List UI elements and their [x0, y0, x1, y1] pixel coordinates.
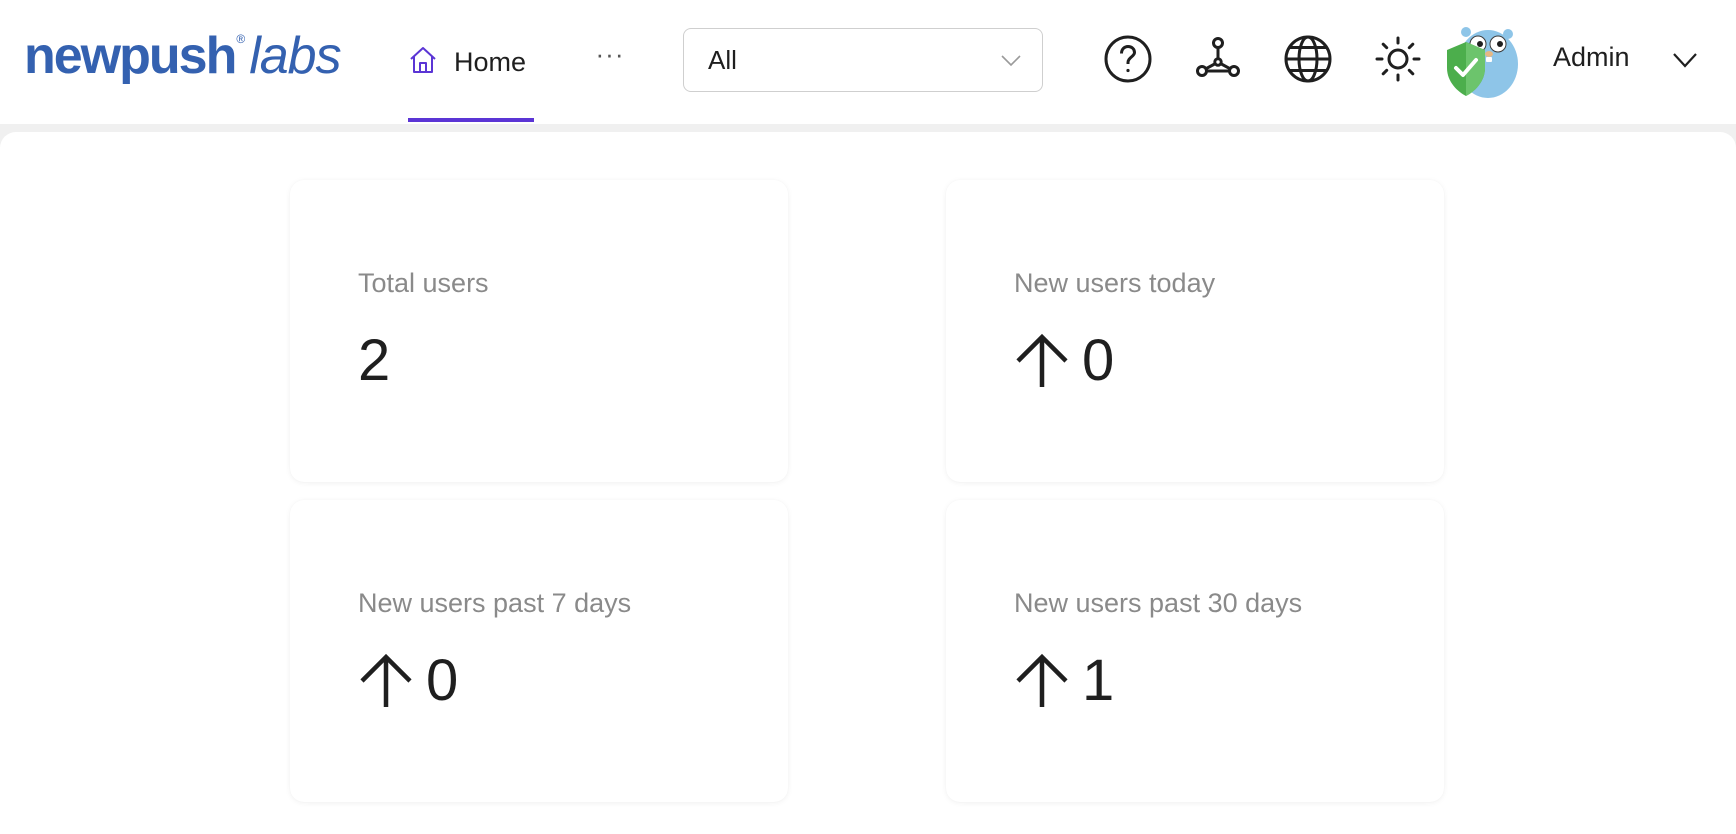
arrow-up-icon — [360, 653, 412, 707]
nav-active-indicator — [408, 118, 534, 122]
arrow-up-icon — [1016, 653, 1068, 707]
stat-card-value: 2 — [358, 327, 391, 393]
stat-card-new-users-30-days: New users past 30 days 1 — [946, 500, 1444, 802]
globe-icon — [1284, 35, 1332, 83]
theme-sun-icon — [1375, 36, 1421, 82]
scope-select[interactable]: All — [683, 28, 1043, 92]
stat-card-value: 0 — [1082, 327, 1115, 393]
brand-logo-registered: ® — [236, 32, 246, 46]
stat-card-value: 1 — [1082, 647, 1115, 713]
brand-logo[interactable]: newpush ® labs — [24, 26, 342, 86]
stat-card-title: New users past 7 days — [358, 588, 632, 618]
chevron-down-icon — [1001, 55, 1021, 67]
language-button[interactable] — [1281, 32, 1335, 86]
chevron-down-icon[interactable] — [1672, 50, 1698, 70]
stat-card-value-row: 0 — [1014, 328, 1114, 393]
brand-logo-word: newpush — [24, 27, 237, 85]
scope-select-value: All — [708, 44, 737, 75]
stat-card-new-users-7-days: New users past 7 days 0 — [290, 500, 788, 802]
stat-card-title: New users today — [1014, 268, 1216, 298]
user-name-label[interactable]: Admin — [1553, 42, 1630, 73]
gopher-shield-avatar-icon — [1447, 27, 1518, 98]
stat-card-title: New users past 30 days — [1014, 588, 1303, 618]
stat-card-total-users: Total users 2 — [290, 180, 788, 482]
graph-button[interactable] — [1191, 32, 1245, 86]
top-navigation-bar: newpush ® labs Home ··· All Admin — [0, 0, 1736, 124]
dashboard-content: Total users 2 New users today 0 New user… — [0, 132, 1736, 834]
brand-logo-sub: labs — [249, 27, 341, 85]
help-button[interactable] — [1101, 32, 1155, 86]
theme-toggle-button[interactable] — [1371, 32, 1425, 86]
nav-item-home[interactable]: Home — [408, 0, 534, 124]
stat-card-new-users-today: New users today 0 — [946, 180, 1444, 482]
graph-icon — [1196, 37, 1240, 77]
stat-card-value-row: 1 — [1014, 648, 1114, 713]
user-avatar[interactable] — [1444, 20, 1520, 100]
stat-card-value-row: 0 — [358, 648, 458, 713]
arrow-up-icon — [1016, 333, 1068, 387]
help-icon — [1104, 35, 1152, 83]
stat-card-title: Total users — [358, 268, 489, 298]
nav-item-home-label: Home — [454, 46, 527, 77]
stat-card-value-row: 2 — [358, 328, 390, 393]
nav-more-button[interactable]: ··· — [590, 38, 630, 78]
home-icon — [408, 45, 438, 80]
stat-card-value: 0 — [426, 647, 459, 713]
